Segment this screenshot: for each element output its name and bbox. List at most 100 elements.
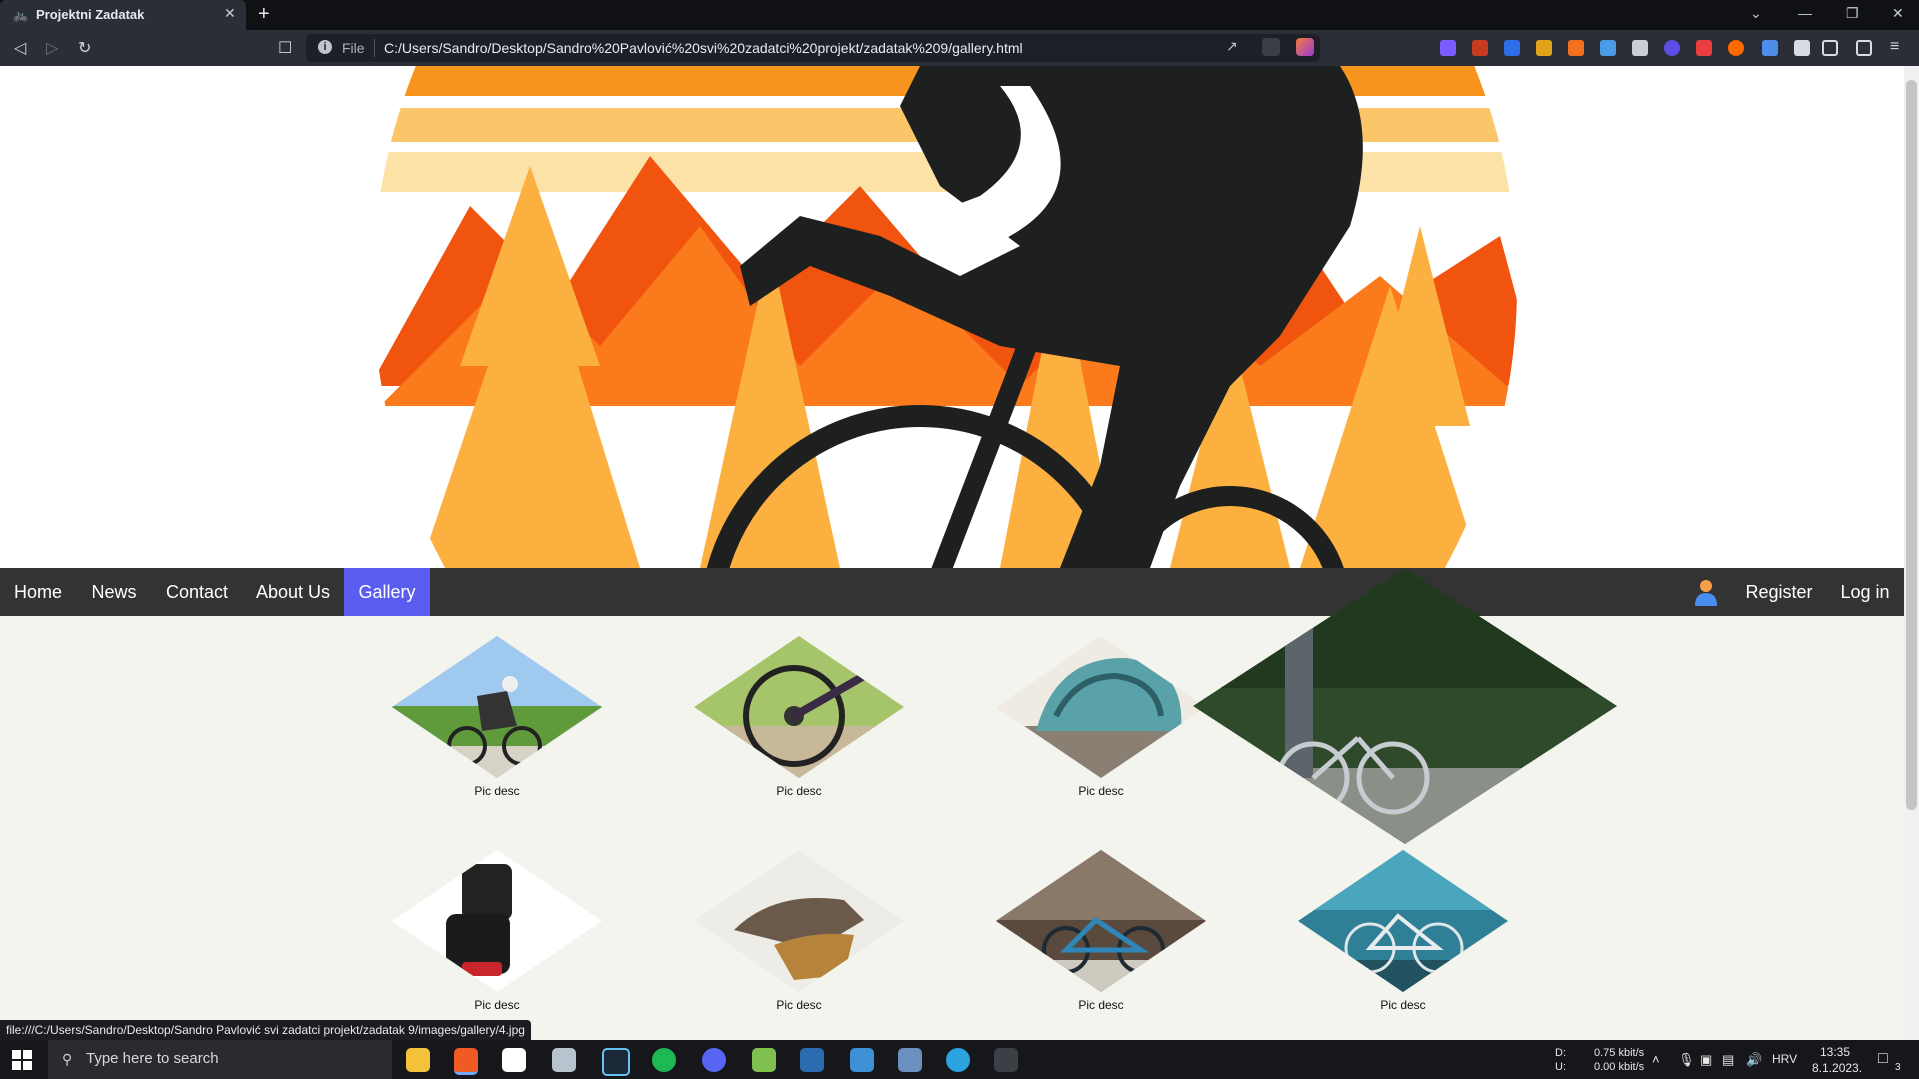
notification-count: 3	[1895, 1062, 1901, 1073]
restore-icon[interactable]: ❐	[1846, 5, 1859, 22]
gallery-desc: Pic desc	[776, 998, 822, 1012]
search-icon: ⚲	[62, 1051, 73, 1067]
helmet-photo[interactable]	[996, 636, 1206, 778]
extension-6-icon[interactable]	[1600, 40, 1616, 56]
login-link[interactable]: Log in	[1830, 568, 1900, 616]
bicycle-icon: 🚲	[13, 8, 28, 22]
editor-icon[interactable]	[800, 1048, 824, 1072]
close-tab-icon[interactable]: ✕	[224, 5, 236, 22]
chat-icon[interactable]: ▣	[1700, 1052, 1712, 1068]
scrollbar-thumb[interactable]	[1906, 80, 1917, 810]
telegram-icon[interactable]	[946, 1048, 970, 1072]
nav-contact[interactable]: Contact	[152, 568, 242, 616]
user-icon[interactable]	[1686, 568, 1726, 616]
bmx-rider-photo[interactable]	[1193, 568, 1617, 844]
gallery-desc: Pic desc	[474, 784, 520, 798]
bike-drivetrain-photo[interactable]	[694, 636, 904, 778]
recycle-icon[interactable]	[752, 1048, 776, 1072]
address-scheme: File	[342, 40, 365, 56]
net-up-speed: 0.00 kbit/s	[1594, 1061, 1645, 1073]
steam-icon[interactable]	[602, 1048, 630, 1076]
close-window-icon[interactable]: ✕	[1892, 5, 1904, 22]
info-icon[interactable]: i	[318, 40, 332, 54]
net-down-label: D:	[1555, 1047, 1566, 1059]
gallery-item-7[interactable]: Pic desc	[996, 850, 1206, 1020]
brave-rewards-icon[interactable]	[1296, 38, 1314, 56]
gallery-desc: Pic desc	[1380, 998, 1426, 1012]
windows-start-icon[interactable]	[12, 1050, 32, 1070]
extension-5-icon[interactable]	[1568, 40, 1584, 56]
system-app-icon[interactable]	[898, 1048, 922, 1072]
nav-about-us[interactable]: About Us	[242, 568, 344, 616]
snip-tool-icon[interactable]	[994, 1048, 1018, 1072]
new-tab-button[interactable]: +	[258, 3, 270, 26]
clock-time[interactable]: 13:35	[1820, 1045, 1850, 1059]
translate-icon[interactable]	[1504, 40, 1520, 56]
extension-4-icon[interactable]	[1536, 40, 1552, 56]
extension-1-icon[interactable]	[1440, 40, 1456, 56]
extension-10-icon[interactable]	[1728, 40, 1744, 56]
gallery-item-1[interactable]: Pic desc	[392, 636, 602, 806]
menu-icon[interactable]: ≡	[1890, 38, 1899, 56]
remote-desktop-icon[interactable]	[850, 1048, 874, 1072]
browser-tab[interactable]: 🚲 Projektni Zadatak ✕	[0, 0, 246, 30]
back-icon[interactable]: ◁	[14, 38, 26, 58]
tab-search-icon[interactable]: ⌄	[1750, 5, 1762, 22]
gallery-item-2[interactable]: Pic desc	[694, 636, 904, 806]
register-link[interactable]: Register	[1734, 568, 1824, 616]
search-placeholder: Type here to search	[86, 1050, 219, 1067]
gallery-item-8[interactable]: Pic desc	[1298, 850, 1508, 1020]
volume-icon[interactable]: 🔊	[1746, 1052, 1762, 1068]
brave-shields-icon[interactable]	[1262, 38, 1280, 56]
nav-news[interactable]: News	[76, 568, 152, 616]
pedals-photo[interactable]	[392, 850, 602, 992]
gallery-item-5[interactable]: Pic desc	[392, 850, 602, 1020]
bookmark-list-icon[interactable]	[1632, 40, 1648, 56]
brave-browser-icon[interactable]	[454, 1048, 478, 1075]
gallery-desc: Pic desc	[474, 998, 520, 1012]
nav-gallery[interactable]: Gallery	[344, 568, 430, 616]
cyclist-mountain-illustration	[373, 66, 1517, 568]
taskbar-search[interactable]: ⚲ Type here to search	[48, 1040, 392, 1079]
app-icon[interactable]	[552, 1048, 576, 1072]
discord-icon[interactable]	[702, 1048, 726, 1072]
minimize-icon[interactable]: —	[1798, 5, 1812, 21]
browser-toolbar: ◁ ▷ ↻ ☐ i File C:/Users/Sandro/Desktop/S…	[0, 30, 1919, 66]
road-bike-photo[interactable]	[1298, 850, 1508, 992]
tab-title: Projektni Zadatak	[36, 7, 145, 22]
bike-rocks-photo[interactable]	[996, 850, 1206, 992]
file-explorer-icon[interactable]	[406, 1048, 430, 1072]
forward-icon[interactable]: ▷	[46, 38, 58, 58]
gallery-item-3[interactable]: Pic desc	[996, 636, 1206, 806]
notifications-icon[interactable]: □	[1878, 1050, 1888, 1068]
address-bar[interactable]: i File C:/Users/Sandro/Desktop/Sandro%20…	[306, 34, 1320, 62]
net-down-speed: 0.75 kbit/s	[1594, 1047, 1645, 1059]
spotify-icon[interactable]	[652, 1048, 676, 1072]
language-indicator[interactable]: HRV	[1772, 1052, 1797, 1066]
reload-icon[interactable]: ↻	[78, 38, 91, 58]
clock-date[interactable]: 8.1.2023.	[1812, 1061, 1862, 1075]
gallery-item-4-zoomed[interactable]	[1193, 568, 1617, 844]
extension-8-icon[interactable]	[1664, 40, 1680, 56]
wallet-icon[interactable]	[1856, 40, 1872, 56]
puzzle-icon[interactable]	[1794, 40, 1810, 56]
gallery-item-6[interactable]: Pic desc	[694, 850, 904, 1020]
hero-banner	[0, 66, 1904, 568]
share-icon[interactable]: ↗	[1226, 38, 1238, 55]
nav-home[interactable]: Home	[0, 568, 76, 616]
network-icon[interactable]: ▤	[1722, 1052, 1734, 1068]
chevron-up-icon[interactable]: ˄	[1652, 1052, 1660, 1067]
sidebar-icon[interactable]	[1822, 40, 1838, 56]
microphone-icon[interactable]: 🎙	[1678, 1052, 1695, 1068]
gallery-desc: Pic desc	[1078, 784, 1124, 798]
cyclist-photo[interactable]	[392, 636, 602, 778]
tradingview-icon[interactable]	[502, 1048, 526, 1072]
gallery-desc: Pic desc	[1078, 998, 1124, 1012]
extension-9-icon[interactable]	[1696, 40, 1712, 56]
url-text[interactable]: C:/Users/Sandro/Desktop/Sandro%20Pavlovi…	[384, 40, 1023, 56]
extension-2-icon[interactable]	[1472, 40, 1488, 56]
gallery-desc: Pic desc	[776, 784, 822, 798]
bookmark-icon[interactable]: ☐	[278, 38, 292, 58]
extension-11-icon[interactable]	[1762, 40, 1778, 56]
shoes-photo[interactable]	[694, 850, 904, 992]
